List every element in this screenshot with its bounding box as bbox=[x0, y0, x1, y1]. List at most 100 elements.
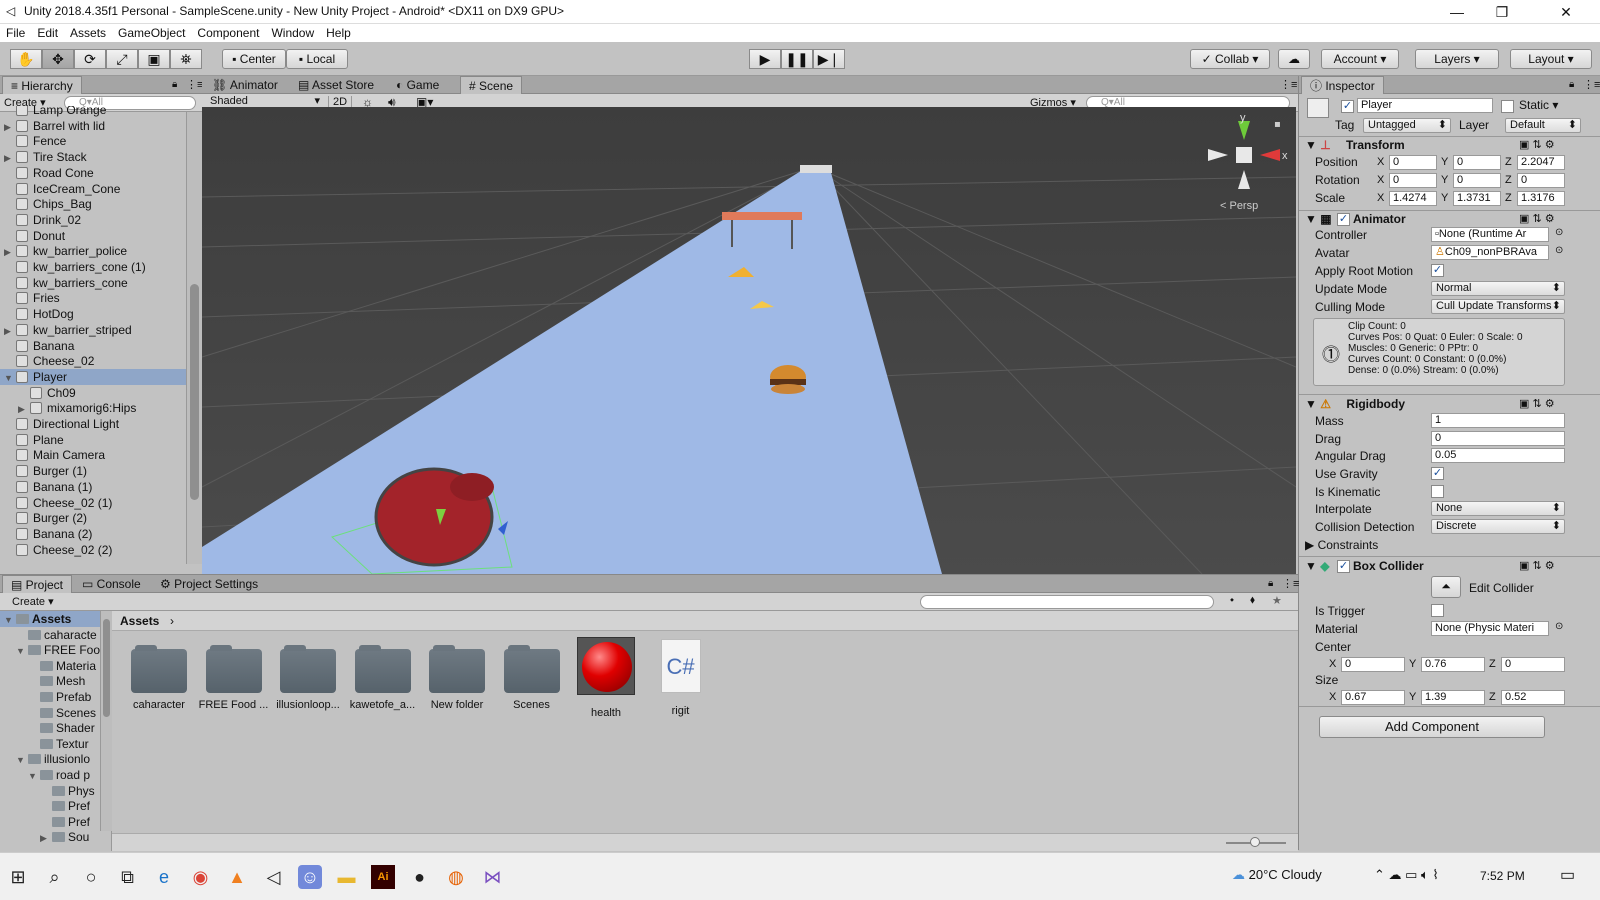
active-checkbox[interactable]: ✓ bbox=[1341, 100, 1354, 113]
hierarchy-item[interactable]: Chips_Bag bbox=[0, 196, 186, 212]
project-tree-item[interactable]: Scenes bbox=[0, 705, 100, 721]
project-tree-scrollbar[interactable] bbox=[100, 611, 112, 831]
tab-inspector[interactable]: ⓘ Inspector bbox=[1301, 76, 1384, 94]
project-tree-item[interactable]: ▼ road p bbox=[0, 767, 100, 783]
rotation-y-input[interactable]: 0 bbox=[1453, 173, 1501, 188]
hierarchy-item[interactable]: Cheese_02 (2) bbox=[0, 542, 186, 558]
asset-item[interactable]: caharacter bbox=[124, 637, 194, 717]
firefox-icon[interactable]: ◍ bbox=[444, 865, 468, 889]
hierarchy-item[interactable]: Banana (2) bbox=[0, 526, 186, 542]
hierarchy-item[interactable]: Banana (1) bbox=[0, 479, 186, 495]
hierarchy-scrollbar[interactable] bbox=[186, 112, 202, 564]
unity-hub-icon[interactable]: ● bbox=[408, 865, 432, 889]
foldout-arrow-icon[interactable]: ▶ bbox=[4, 244, 16, 260]
collider-size-y-input[interactable]: 1.39 bbox=[1421, 690, 1485, 705]
panel-menu-icon[interactable]: ⋮≡ bbox=[1282, 577, 1299, 590]
static-checkbox[interactable] bbox=[1501, 100, 1514, 113]
collider-size-z-input[interactable]: 0.52 bbox=[1501, 690, 1565, 705]
layout-dropdown[interactable]: Layout ▾ bbox=[1510, 49, 1592, 69]
chrome-icon[interactable]: ◉ bbox=[189, 865, 213, 889]
project-tree-scroll-thumb[interactable] bbox=[103, 619, 110, 717]
persp-label[interactable]: < Persp bbox=[1220, 200, 1258, 212]
add-component-button[interactable]: Add Component bbox=[1319, 716, 1545, 738]
rotate-tool-icon[interactable]: ⟳ bbox=[74, 49, 106, 69]
component-menu-icons[interactable]: ▣ ⇅ ⚙ bbox=[1519, 397, 1555, 410]
hierarchy-item[interactable]: Main Camera bbox=[0, 447, 186, 463]
project-tree-item[interactable]: Phys bbox=[0, 783, 100, 799]
box-collider-enabled-checkbox[interactable]: ✓ bbox=[1337, 560, 1350, 573]
hierarchy-scroll-thumb[interactable] bbox=[190, 284, 199, 500]
project-tree-item[interactable]: Pref bbox=[0, 798, 100, 814]
panel-menu-icon[interactable]: ⋮≡ bbox=[1280, 78, 1297, 91]
project-tree-item[interactable]: Textur bbox=[0, 736, 100, 752]
asset-item[interactable]: kawetofe_a... bbox=[348, 637, 418, 717]
edit-collider-button[interactable]: ⏶ bbox=[1431, 576, 1461, 598]
breadcrumb-assets[interactable]: Assets bbox=[120, 614, 159, 628]
tab-animator[interactable]: ⛓ Animator bbox=[204, 76, 286, 94]
tab-project[interactable]: ▤ Project bbox=[2, 575, 73, 593]
notification-icon[interactable]: ▭ bbox=[1560, 865, 1575, 885]
project-create-button[interactable]: Create ▾ bbox=[12, 595, 54, 608]
menu-assets[interactable]: Assets bbox=[64, 24, 112, 42]
animator-header[interactable]: ▼ ▦ bbox=[1305, 212, 1332, 226]
box-collider-header[interactable]: ▼ ◆ bbox=[1305, 559, 1329, 573]
panel-menu-icon[interactable]: ⋮≡ bbox=[186, 78, 203, 91]
asset-item[interactable]: health bbox=[571, 637, 641, 719]
hierarchy-item[interactable]: Plane bbox=[0, 432, 186, 448]
foldout-arrow-icon[interactable]: ▶ bbox=[4, 150, 16, 166]
step-icon[interactable]: ▶❘ bbox=[813, 49, 845, 69]
hierarchy-item[interactable]: Ch09 bbox=[0, 385, 186, 401]
visual-studio-icon[interactable]: ⋈ bbox=[481, 865, 505, 889]
hierarchy-item[interactable]: Drink_02 bbox=[0, 212, 186, 228]
constraints-foldout[interactable]: ▶ Constraints bbox=[1305, 538, 1378, 552]
project-tree-item[interactable]: ▼ illusionlo bbox=[0, 751, 100, 767]
transform-tool-icon[interactable]: ⛯ bbox=[170, 49, 202, 69]
tab-asset-store[interactable]: ▤ Asset Store bbox=[290, 76, 382, 94]
menu-file[interactable]: File bbox=[0, 24, 31, 42]
position-z-input[interactable]: 2.2047 bbox=[1517, 155, 1565, 170]
search-by-type-icon[interactable]: ⬩ bbox=[1230, 594, 1234, 607]
hierarchy-item[interactable]: Donut bbox=[0, 228, 186, 244]
object-picker-icon[interactable]: ⊙ bbox=[1555, 245, 1563, 256]
hierarchy-item[interactable]: Banana bbox=[0, 338, 186, 354]
panel-menu-icon[interactable]: ⋮≡ bbox=[1583, 78, 1600, 91]
rect-tool-icon[interactable]: ▣ bbox=[138, 49, 170, 69]
tab-project-settings[interactable]: ⚙ Project Settings bbox=[152, 575, 266, 593]
root-motion-checkbox[interactable]: ✓ bbox=[1431, 264, 1444, 277]
hierarchy-item[interactable]: ▶ Tire Stack bbox=[0, 149, 186, 165]
foldout-arrow-icon[interactable]: ▶ bbox=[4, 323, 16, 339]
rotation-x-input[interactable]: 0 bbox=[1389, 173, 1437, 188]
lock-icon[interactable]: 🔒︎ bbox=[1268, 578, 1273, 589]
foldout-arrow-icon[interactable]: ▼ bbox=[4, 612, 16, 628]
asset-item[interactable]: FREE Food ... bbox=[199, 637, 269, 717]
update-mode-dropdown[interactable]: Normal ⬍ bbox=[1431, 281, 1565, 296]
hierarchy-item[interactable]: ▶ kw_barrier_striped bbox=[0, 322, 186, 338]
account-dropdown[interactable]: Account ▾ bbox=[1321, 49, 1399, 69]
project-tree-item[interactable]: caharacte bbox=[0, 627, 100, 643]
layers-dropdown[interactable]: Layers ▾ bbox=[1415, 49, 1499, 69]
scale-tool-icon[interactable]: ⤢ bbox=[106, 49, 138, 69]
hierarchy-item[interactable]: ▶ mixamorig6:Hips bbox=[0, 400, 186, 416]
menu-help[interactable]: Help bbox=[320, 24, 357, 42]
unity-icon[interactable]: ◁ bbox=[262, 865, 286, 889]
clock[interactable]: 7:52 PM bbox=[1480, 869, 1525, 883]
project-tree-item[interactable]: ▼ FREE Foo bbox=[0, 642, 100, 658]
static-label[interactable]: Static ▾ bbox=[1519, 98, 1558, 112]
hierarchy-item[interactable]: HotDog bbox=[0, 306, 186, 322]
project-tree-item[interactable]: Prefab bbox=[0, 689, 100, 705]
search-icon[interactable]: ⌕ bbox=[43, 865, 67, 889]
object-picker-icon[interactable]: ⊙ bbox=[1555, 621, 1563, 632]
hierarchy-item[interactable]: kw_barriers_cone bbox=[0, 275, 186, 291]
file-explorer-icon[interactable]: ▬ bbox=[335, 865, 359, 889]
minimize-button[interactable]: — bbox=[1435, 0, 1479, 24]
project-tree-item[interactable]: ▶ Sou bbox=[0, 829, 100, 845]
collider-center-x-input[interactable]: 0 bbox=[1341, 657, 1405, 672]
play-icon[interactable]: ▶ bbox=[749, 49, 781, 69]
move-tool-icon[interactable]: ✥ bbox=[42, 49, 74, 69]
gizmo-lock-icon[interactable]: ▪ bbox=[1274, 119, 1281, 130]
project-tree-item[interactable]: Materia bbox=[0, 658, 100, 674]
collision-detection-dropdown[interactable]: Discrete ⬍ bbox=[1431, 519, 1565, 534]
windows-start-icon[interactable]: ⊞ bbox=[6, 865, 30, 889]
hierarchy-item[interactable]: Fries bbox=[0, 290, 186, 306]
animator-enabled-checkbox[interactable]: ✓ bbox=[1337, 213, 1350, 226]
